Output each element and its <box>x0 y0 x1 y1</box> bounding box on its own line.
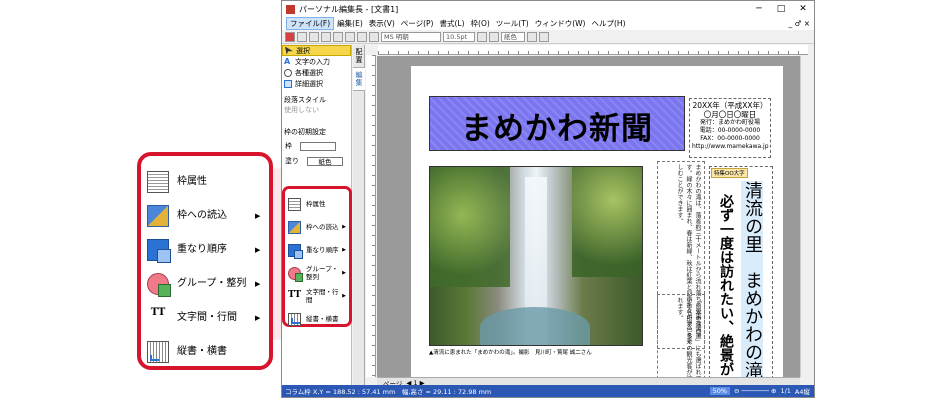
mdi-controls[interactable]: _ ♂ × <box>788 19 814 28</box>
menu-item-group-align[interactable]: グループ・整列 ▶ <box>147 268 263 300</box>
hand-icon <box>284 68 292 77</box>
menu-bar: ファイル(F) 編集(E) 表示(V) ページ(P) 書式(L) 枠(O) ツー… <box>282 17 814 30</box>
char-line-spacing-icon: TT <box>150 307 166 318</box>
headline-sub: 必ず一度は訪れたい、絶景が <box>718 194 734 376</box>
document-canvas[interactable]: まめかわ新聞 20XX年（平成XX年） 〇月〇日〇曜日 発行：まめかわ町役場 電… <box>377 56 800 377</box>
tool-panel: 選択 A 文字の入力 各種選択 詳細選択 段落スタイル 使用しない 枠の初期設定… <box>282 45 352 385</box>
paragraph-style-select[interactable]: 使用しない <box>282 105 351 115</box>
horizontal-ruler <box>378 45 808 55</box>
line-icon[interactable] <box>527 31 537 42</box>
menu-page[interactable]: ページ(P) <box>398 18 437 29</box>
menu-item-stack-order[interactable]: 重なり順序 ▶ <box>147 234 263 266</box>
menu-item-char-line-spacing[interactable]: TT 文字間・行間 ▶ <box>147 302 263 334</box>
arrow-icon <box>285 46 293 55</box>
app-icon <box>286 4 295 14</box>
feature-tag: 特集OO大字 <box>711 168 748 178</box>
frame-load-icon <box>288 220 301 234</box>
vertical-tabs: 配置 編集 <box>353 45 365 385</box>
vertical-horizontal-icon <box>147 341 169 363</box>
frame-load-icon <box>147 205 169 227</box>
panel-item-char-line-spacing[interactable]: TT 文字間・行間 ▶ <box>288 285 346 307</box>
group-align-icon <box>288 266 303 282</box>
zoom-slider[interactable]: ⊖ ─────── ⊕ <box>734 387 776 395</box>
tool-select[interactable]: 選択 <box>282 45 351 56</box>
grid-icon[interactable] <box>333 31 343 42</box>
menu-help[interactable]: ヘルプ(H) <box>589 18 629 29</box>
waterfall-photo[interactable] <box>429 166 643 346</box>
frame-line-setting[interactable]: 枠 <box>282 140 351 152</box>
text-icon: A <box>284 56 291 66</box>
frame-properties-icon <box>288 197 301 211</box>
line-style-box[interactable] <box>300 141 336 151</box>
menu-item-vertical-horizontal[interactable]: 縦書・横書 <box>147 336 263 368</box>
panel-item-vertical-horizontal[interactable]: 縦書・横書 <box>288 308 346 330</box>
menu-window[interactable]: ウィンドウ(W) <box>532 18 589 29</box>
stack-order-icon <box>147 239 171 263</box>
frame-context-menu: 枠属性 枠への読込 ▶ 重なり順序 ▶ グループ・整列 ▶ TT 文字間・行間 … <box>282 186 352 327</box>
tab-edit[interactable]: 編集 <box>353 68 365 91</box>
fill-color-box[interactable]: 紙色 <box>307 156 343 166</box>
maximize-button[interactable]: □ <box>770 4 792 14</box>
newspaper-page: まめかわ新聞 20XX年（平成XX年） 〇月〇日〇曜日 発行：まめかわ町役場 電… <box>411 66 783 377</box>
font-select[interactable]: MS 明朝 <box>381 31 441 42</box>
position-readout: コラム枠 X,Y = 188.52 : 57.41 mm 幅,高さ = 29.1… <box>285 388 492 396</box>
tab-layout[interactable]: 配置 <box>353 45 365 68</box>
detail-select-icon <box>284 79 292 88</box>
paper-size: A4縦 <box>794 388 810 396</box>
menu-item-frame-load[interactable]: 枠への読込 ▶ <box>147 200 263 232</box>
panel-item-frame-properties[interactable]: 枠属性 <box>288 193 346 215</box>
align-icon[interactable] <box>489 31 499 42</box>
menu-tools[interactable]: ツール(T) <box>493 18 532 29</box>
article-column-2[interactable]: 「日本の滝百選」にも選ばれている名所で、多くの観光客が訪れます。 <box>657 294 705 377</box>
tool-multi-select[interactable]: 各種選択 <box>282 67 351 78</box>
char-line-spacing-icon: TT <box>288 289 302 300</box>
photo-caption: ▲清流に恵まれた「まめかわの滝」。撮影 見川町・鷲尾 誠二さん <box>429 350 592 356</box>
menu-edit[interactable]: 編集(E) <box>334 18 366 29</box>
save-icon[interactable] <box>309 31 319 42</box>
status-bar: コラム枠 X,Y = 188.52 : 57.41 mm 幅,高さ = 29.1… <box>282 385 814 397</box>
copy-icon[interactable] <box>357 31 367 42</box>
menu-view[interactable]: 表示(V) <box>366 18 398 29</box>
minimize-button[interactable]: ─ <box>748 4 770 14</box>
menu-item-frame-properties[interactable]: 枠属性 <box>147 166 263 198</box>
size-select[interactable]: 10.5pt <box>443 31 475 42</box>
vertical-ruler <box>366 55 376 377</box>
paragraph-style-label: 段落スタイル <box>284 96 326 104</box>
toolbar: MS 明朝 10.5pt 紙色 <box>282 30 814 44</box>
frame-defaults-label: 枠の初期設定 <box>284 128 326 136</box>
new-icon[interactable] <box>285 31 295 42</box>
vertical-horizontal-icon <box>288 312 301 326</box>
panel-item-group-align[interactable]: グループ・整列 ▶ <box>288 262 346 284</box>
masthead-title: まめかわ新聞 <box>461 111 653 147</box>
panel-item-frame-load[interactable]: 枠への読込 ▶ <box>288 216 346 238</box>
cut-icon[interactable] <box>345 31 355 42</box>
frame-fill-setting[interactable]: 塗り 紙色 <box>282 155 351 167</box>
app-window: パーソナル編集長 - [文書1] ─ □ ✕ ファイル(F) 編集(E) 表示(… <box>281 0 815 398</box>
menu-file[interactable]: ファイル(F) <box>286 17 335 30</box>
tool-detail-select[interactable]: 詳細選択 <box>282 78 351 89</box>
print-icon[interactable] <box>321 31 331 42</box>
zoomed-context-menu: 枠属性 枠への読込 ▶ 重なり順序 ▶ グループ・整列 ▶ TT 文字間・行間 … <box>137 152 273 370</box>
menu-format[interactable]: 書式(L) <box>436 18 467 29</box>
close-button[interactable]: ✕ <box>792 4 814 14</box>
title-bar: パーソナル編集長 - [文書1] ─ □ ✕ <box>282 1 814 17</box>
color-select[interactable]: 紙色 <box>501 31 525 42</box>
page-indicator: 1/1 <box>780 387 791 395</box>
help-icon[interactable] <box>539 31 549 42</box>
menu-frame[interactable]: 枠(O) <box>468 18 493 29</box>
vertical-scrollbar[interactable] <box>800 56 814 377</box>
tool-text-input[interactable]: A 文字の入力 <box>282 56 351 67</box>
panel-item-stack-order[interactable]: 重なり順序 ▶ <box>288 239 346 261</box>
masthead-frame[interactable]: まめかわ新聞 <box>429 96 685 151</box>
open-icon[interactable] <box>297 31 307 42</box>
window-title: パーソナル編集長 - [文書1] <box>299 4 399 14</box>
frame-properties-icon <box>147 171 169 193</box>
bold-icon[interactable] <box>477 31 487 42</box>
group-align-icon <box>147 273 171 297</box>
date-info-frame[interactable]: 20XX年（平成XX年） 〇月〇日〇曜日 発行：まめかわ町役場 電話：00-00… <box>689 98 771 158</box>
stack-order-icon <box>288 243 303 259</box>
paste-icon[interactable] <box>369 31 379 42</box>
zoom-level[interactable]: 50% <box>709 387 731 395</box>
headline-main: 清流の里 まめかわの滝 <box>741 181 763 377</box>
